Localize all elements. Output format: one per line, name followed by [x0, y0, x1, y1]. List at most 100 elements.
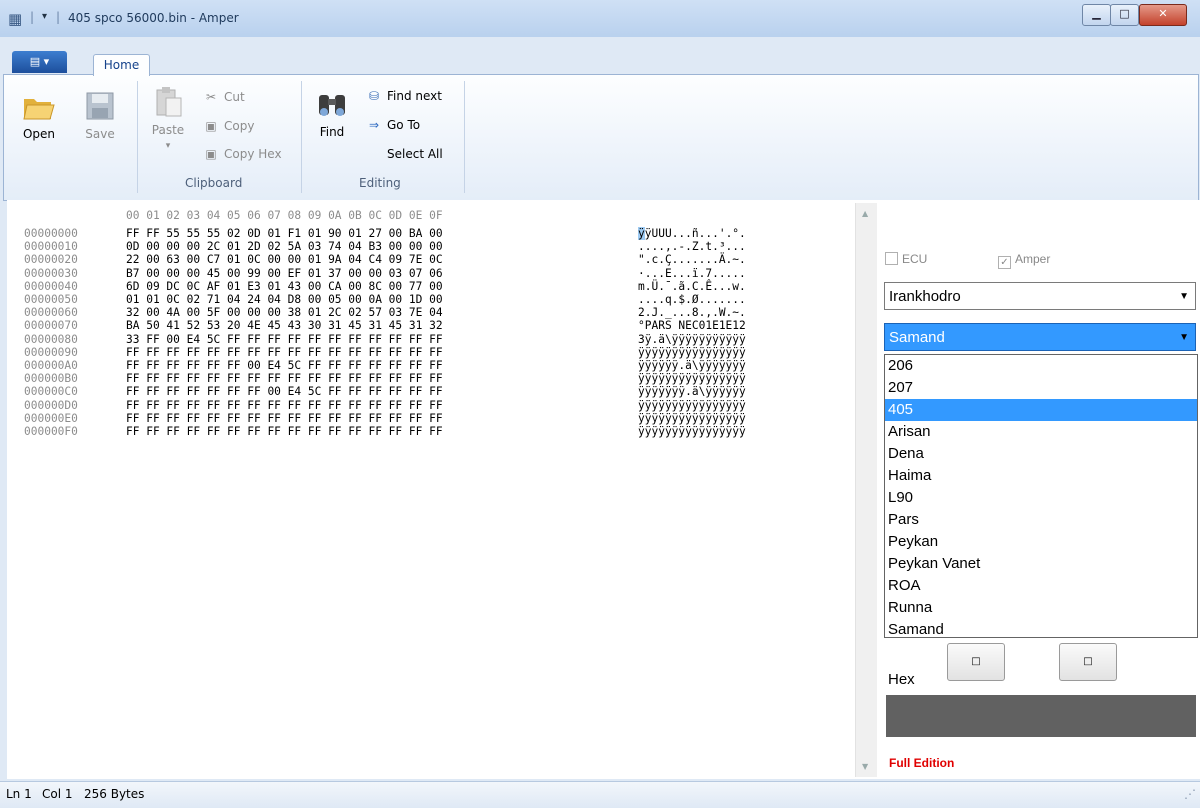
hex-row-bytes[interactable]: FF FF FF FF FF FF FF FF FF FF FF FF FF F…	[126, 412, 443, 425]
hex-row-bytes[interactable]: FF FF FF FF FF FF 00 E4 5C FF FF FF FF F…	[126, 359, 443, 372]
hex-row-address: 00000050	[24, 293, 78, 306]
hex-row-bytes[interactable]: FF FF 55 55 55 02 0D 01 F1 01 90 01 27 0…	[126, 227, 443, 240]
hex-row-address: 00000060	[24, 306, 78, 320]
group-label-editing: Editing	[359, 176, 401, 190]
hex-row-ascii[interactable]: ÿÿÿÿÿÿÿÿÿÿÿÿÿÿÿÿ	[638, 412, 746, 425]
model-option[interactable]: Pars	[885, 509, 1197, 531]
qat-dropdown-icon[interactable]: ▾	[42, 11, 47, 22]
hex-row-bytes[interactable]: FF FF FF FF FF FF FF FF FF FF FF FF FF F…	[126, 425, 443, 438]
resize-grip-icon[interactable]: ⋰	[1184, 787, 1196, 805]
scroll-down-icon[interactable]: ▼	[862, 762, 868, 771]
go-to-button[interactable]: ⇒ Go To	[366, 118, 420, 132]
hex-row-bytes[interactable]: 0D 00 00 00 2C 01 2D 02 5A 03 74 04 B3 0…	[126, 240, 443, 253]
model-option[interactable]: Dena	[885, 443, 1197, 465]
hex-row-ascii[interactable]: ÿÿÿÿÿÿÿÿÿÿÿÿÿÿÿÿ	[638, 372, 746, 385]
model-option[interactable]: Arisan	[885, 421, 1197, 443]
application-menu-button[interactable]: ▤ ▾	[12, 51, 67, 73]
model-select[interactable]: Samand ▼	[884, 323, 1196, 351]
hex-row-ascii[interactable]: ÿÿUUU...ñ...'.°.	[638, 227, 746, 240]
paste-button[interactable]: Paste ▾	[148, 85, 188, 151]
hex-row-bytes[interactable]: FF FF FF FF FF FF FF 00 E4 5C FF FF FF F…	[126, 385, 443, 398]
hex-row-ascii[interactable]: ·...E...ï.7.....	[638, 267, 746, 280]
title-bar: ▦ | ▾ | 405 spco 56000.bin - Amper ▁ □ ✕	[0, 0, 1200, 38]
open-button[interactable]: Open	[19, 89, 59, 141]
copy-button[interactable]: ▣ Copy	[203, 119, 254, 133]
qat-separator: |	[30, 10, 35, 24]
edition-label: Full Edition	[889, 756, 955, 770]
manufacturer-value: Irankhodro	[889, 288, 961, 305]
hex-row-bytes[interactable]: FF FF FF FF FF FF FF FF FF FF FF FF FF F…	[126, 399, 443, 412]
model-dropdown-list: 206 207 405 Arisan Dena Haima L90 Pars Peykan Pey…	[884, 354, 1198, 638]
copy-label: Copy	[224, 119, 255, 133]
hex-action-button-2[interactable]: □	[1059, 643, 1117, 681]
save-button[interactable]: Save	[82, 89, 118, 141]
status-column: Col 1	[42, 787, 73, 801]
find-button[interactable]: Find	[312, 87, 352, 139]
hex-row-bytes[interactable]: 33 FF 00 E4 5C FF FF FF FF FF FF FF FF F…	[126, 333, 443, 346]
qat-separator: |	[56, 10, 61, 24]
chevron-down-icon[interactable]: ▼	[1179, 283, 1189, 311]
hex-row-bytes[interactable]: FF FF FF FF FF FF FF FF FF FF FF FF FF F…	[126, 372, 443, 385]
hex-row-bytes[interactable]: 6D 09 DC 0C AF 01 E3 01 43 00 CA 00 8C 0…	[126, 280, 443, 293]
hex-editor[interactable]: 00 01 02 03 04 05 06 07 08 09 0A 0B 0C 0…	[10, 203, 853, 777]
floppy-icon	[86, 92, 114, 120]
hex-row-address: 00000070	[24, 319, 78, 333]
hex-row-bytes[interactable]: B7 00 00 00 45 00 99 00 EF 01 37 00 00 0…	[126, 267, 443, 280]
tab-home[interactable]: Home	[93, 54, 150, 76]
ecu-checkbox[interactable]: ECU	[885, 252, 927, 266]
ecu-checkbox-box[interactable]	[885, 252, 898, 265]
find-next-label: Find next	[387, 89, 442, 103]
close-button[interactable]: ✕	[1139, 4, 1187, 26]
hex-action-button-1[interactable]: □	[947, 643, 1005, 681]
hex-row-ascii[interactable]: ".c.Ç.......Ä.~.	[638, 253, 746, 266]
hex-row-ascii[interactable]: m.Ü.¯.ã.C.Ê...w.	[638, 280, 746, 293]
text-cursor[interactable]: ÿ	[638, 227, 645, 240]
hex-row-address: 00000010	[24, 240, 78, 254]
hex-row-bytes[interactable]: BA 50 41 52 53 20 4E 45 43 30 31 45 31 4…	[126, 319, 443, 332]
window-title: 405 spco 56000.bin - Amper	[68, 11, 239, 25]
hex-row-ascii[interactable]: ÿÿÿÿÿÿÿÿÿÿÿÿÿÿÿÿ	[638, 346, 746, 359]
hex-row-ascii[interactable]: ÿÿÿÿÿÿÿÿÿÿÿÿÿÿÿÿ	[638, 425, 746, 438]
hex-row-ascii[interactable]: ÿÿÿÿÿÿÿ.ä\ÿÿÿÿÿÿ	[638, 385, 746, 398]
hex-row-bytes[interactable]: FF FF FF FF FF FF FF FF FF FF FF FF FF F…	[126, 346, 443, 359]
hex-row-address: 000000D0	[24, 398, 78, 412]
model-option[interactable]: L90	[885, 487, 1197, 509]
hex-row-ascii[interactable]: ÿÿÿÿÿÿ.ä\ÿÿÿÿÿÿÿ	[638, 359, 746, 372]
select-all-button[interactable]: Select All	[387, 147, 443, 161]
model-option[interactable]: Samand	[885, 619, 1197, 641]
maximize-button[interactable]: □	[1110, 4, 1139, 26]
model-option[interactable]: Haima	[885, 465, 1197, 487]
find-next-button[interactable]: ⛁ Find next	[366, 89, 442, 103]
model-option[interactable]: Peykan	[885, 531, 1197, 553]
hex-row-ascii[interactable]: 3ÿ.ä\ÿÿÿÿÿÿÿÿÿÿÿ	[638, 333, 746, 346]
hex-row-ascii[interactable]: 2.J._...8.,.W.~.	[638, 306, 746, 319]
hex-row-address: 000000A0	[24, 359, 78, 372]
hex-row-ascii[interactable]: ÿÿÿÿÿÿÿÿÿÿÿÿÿÿÿÿ	[638, 399, 746, 412]
hex-row-bytes[interactable]: 32 00 4A 00 5F 00 00 00 38 01 2C 02 57 0…	[126, 306, 443, 319]
model-option[interactable]: Peykan Vanet	[885, 553, 1197, 575]
hex-row-bytes[interactable]: 22 00 63 00 C7 01 0C 00 00 01 9A 04 C4 0…	[126, 253, 443, 266]
minimize-button[interactable]: ▁	[1082, 4, 1111, 26]
hex-value-display	[886, 695, 1196, 737]
cut-button[interactable]: ✂ Cut	[203, 90, 245, 104]
chevron-down-icon[interactable]: ▼	[1179, 324, 1189, 352]
checkmark-icon[interactable]: ✓	[998, 256, 1011, 269]
clipboard-icon	[156, 87, 182, 117]
model-option[interactable]: 206	[885, 355, 1197, 377]
hex-row-address: 000000F0	[24, 425, 78, 438]
vertical-scrollbar[interactable]: ▲ ▼	[855, 203, 877, 777]
model-option[interactable]: Runna	[885, 597, 1197, 619]
model-option[interactable]: 405	[885, 399, 1197, 421]
amper-checkbox[interactable]: ✓ Amper	[998, 252, 1050, 269]
hex-row-address: 00000000	[24, 227, 78, 240]
model-option[interactable]: ROA	[885, 575, 1197, 597]
hex-row-bytes[interactable]: 01 01 0C 02 71 04 24 04 D8 00 05 00 0A 0…	[126, 293, 443, 306]
hex-row-ascii[interactable]: ....q.$.Ø.......	[638, 293, 746, 306]
copy-hex-button[interactable]: ▣ Copy Hex	[203, 147, 281, 161]
scroll-up-icon[interactable]: ▲	[862, 209, 868, 218]
hex-row-ascii[interactable]: °PARS NEC01E1E12	[638, 319, 746, 332]
model-option[interactable]: 207	[885, 377, 1197, 399]
grid-icon[interactable]: ▦	[8, 10, 22, 28]
hex-row-ascii[interactable]: ....,.-.Z.t.³...	[638, 240, 746, 253]
manufacturer-select[interactable]: Irankhodro ▼	[884, 282, 1196, 310]
